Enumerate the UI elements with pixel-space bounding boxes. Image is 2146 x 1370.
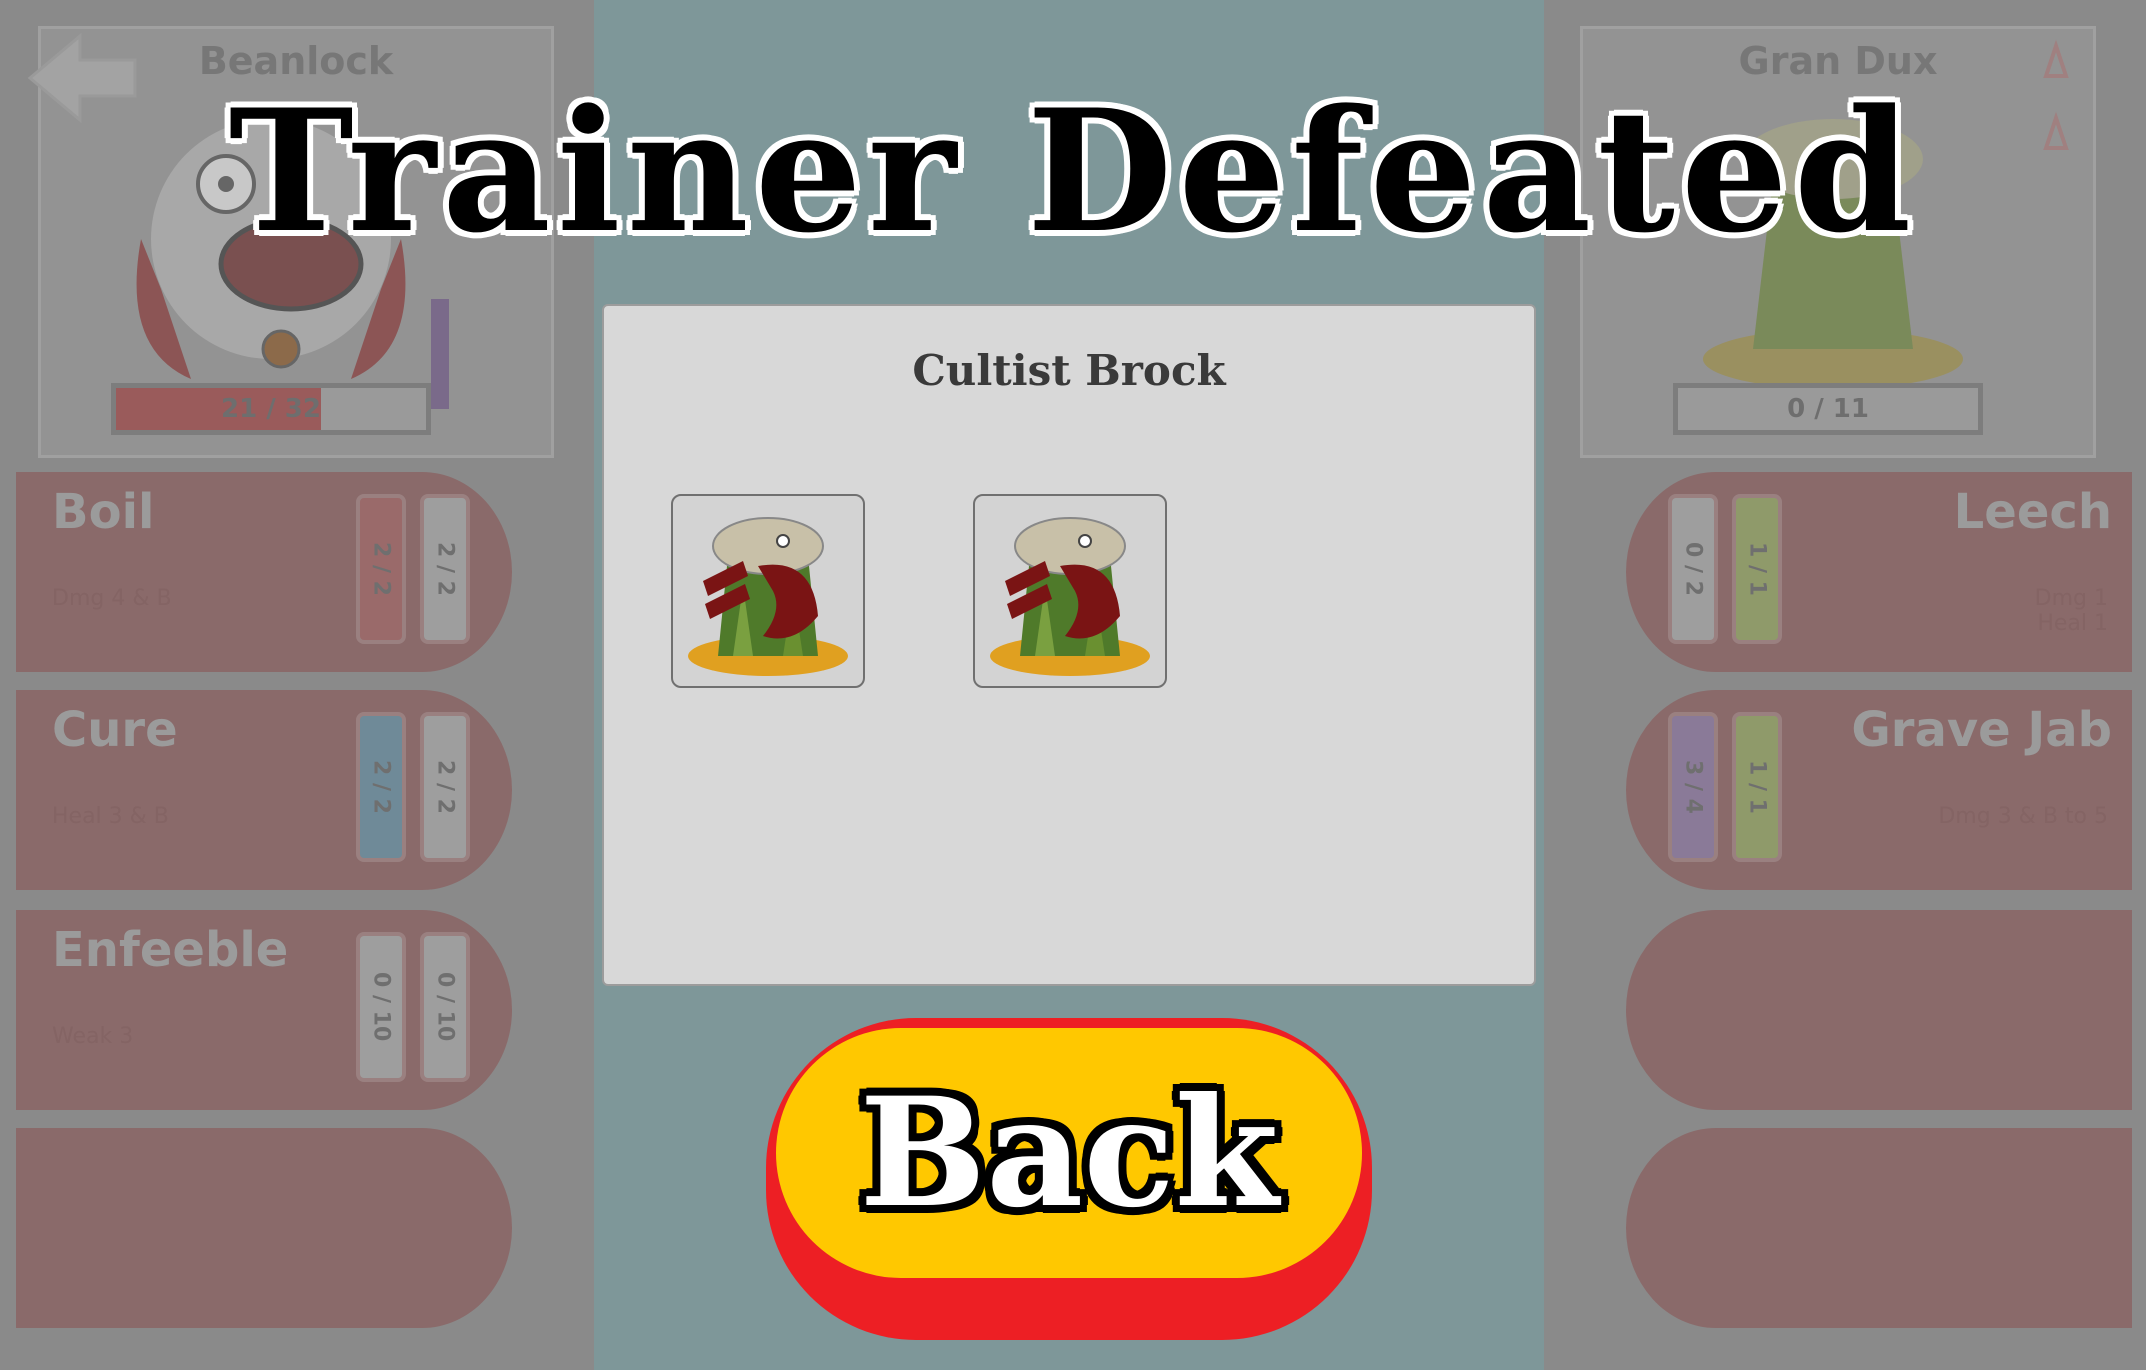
- page-title: Trainer Defeated: [228, 72, 1918, 270]
- move-gauge: 0 / 10: [420, 932, 470, 1082]
- move-description: Dmg 4 & B: [52, 586, 172, 611]
- move-gauge: 2 / 2: [356, 494, 406, 644]
- move-card-grave-jab[interactable]: Grave Jab Dmg 3 & B to 5 3 / 4 1 / 1: [1626, 690, 2132, 890]
- back-button-face: Back: [776, 1028, 1362, 1278]
- reward-slot[interactable]: [973, 494, 1167, 688]
- player-hp-bar: 21 / 32: [111, 383, 431, 435]
- move-name: Enfeeble: [52, 922, 289, 978]
- move-name: Grave Jab: [1851, 702, 2112, 758]
- move-gauge: 1 / 1: [1732, 494, 1782, 644]
- move-description: Dmg 1 Heal 1: [2034, 586, 2108, 636]
- move-gauge: 1 / 1: [1732, 712, 1782, 862]
- player-hp-text: 21 / 32: [221, 394, 321, 424]
- tree-monster-icon: [990, 517, 1150, 676]
- trainer-name: Cultist Brock: [912, 346, 1226, 395]
- defeated-trainer-dialog: Cultist Brock: [602, 304, 1536, 986]
- move-gauge: 0 / 10: [356, 932, 406, 1082]
- move-card-empty: [16, 1128, 512, 1328]
- move-gauge: 3 / 4: [1668, 712, 1718, 862]
- move-gauge: 2 / 2: [420, 494, 470, 644]
- move-gauge: 0 / 2: [1668, 494, 1718, 644]
- move-card-cure[interactable]: Cure Heal 3 & B 2 / 2 2 / 2: [16, 690, 512, 890]
- move-gauge: 2 / 2: [356, 712, 406, 862]
- move-card-leech[interactable]: Leech Dmg 1 Heal 1 0 / 2 1 / 1: [1626, 472, 2132, 672]
- move-card-enfeeble[interactable]: Enfeeble Weak 3 0 / 10 0 / 10: [16, 910, 512, 1110]
- move-description: Dmg 3 & B to 5: [1938, 804, 2108, 829]
- move-name: Leech: [1953, 484, 2112, 540]
- move-name: Boil: [52, 484, 155, 540]
- move-card-empty: [1626, 910, 2132, 1110]
- move-card-empty: [1626, 1128, 2132, 1328]
- move-card-boil[interactable]: Boil Dmg 4 & B 2 / 2 2 / 2: [16, 472, 512, 672]
- move-gauge: 2 / 2: [420, 712, 470, 862]
- move-description: Weak 3: [52, 1024, 134, 1049]
- move-description: Heal 3 & B: [52, 804, 169, 829]
- back-button[interactable]: Back: [766, 1018, 1372, 1340]
- tree-monster-icon: [688, 517, 848, 676]
- back-button-label: Back: [859, 1065, 1279, 1241]
- move-name: Cure: [52, 702, 178, 758]
- reward-slot[interactable]: [671, 494, 865, 688]
- enemy-hp-text: 0 / 11: [1787, 394, 1869, 424]
- enemy-hp-bar: 0 / 11: [1673, 383, 1983, 435]
